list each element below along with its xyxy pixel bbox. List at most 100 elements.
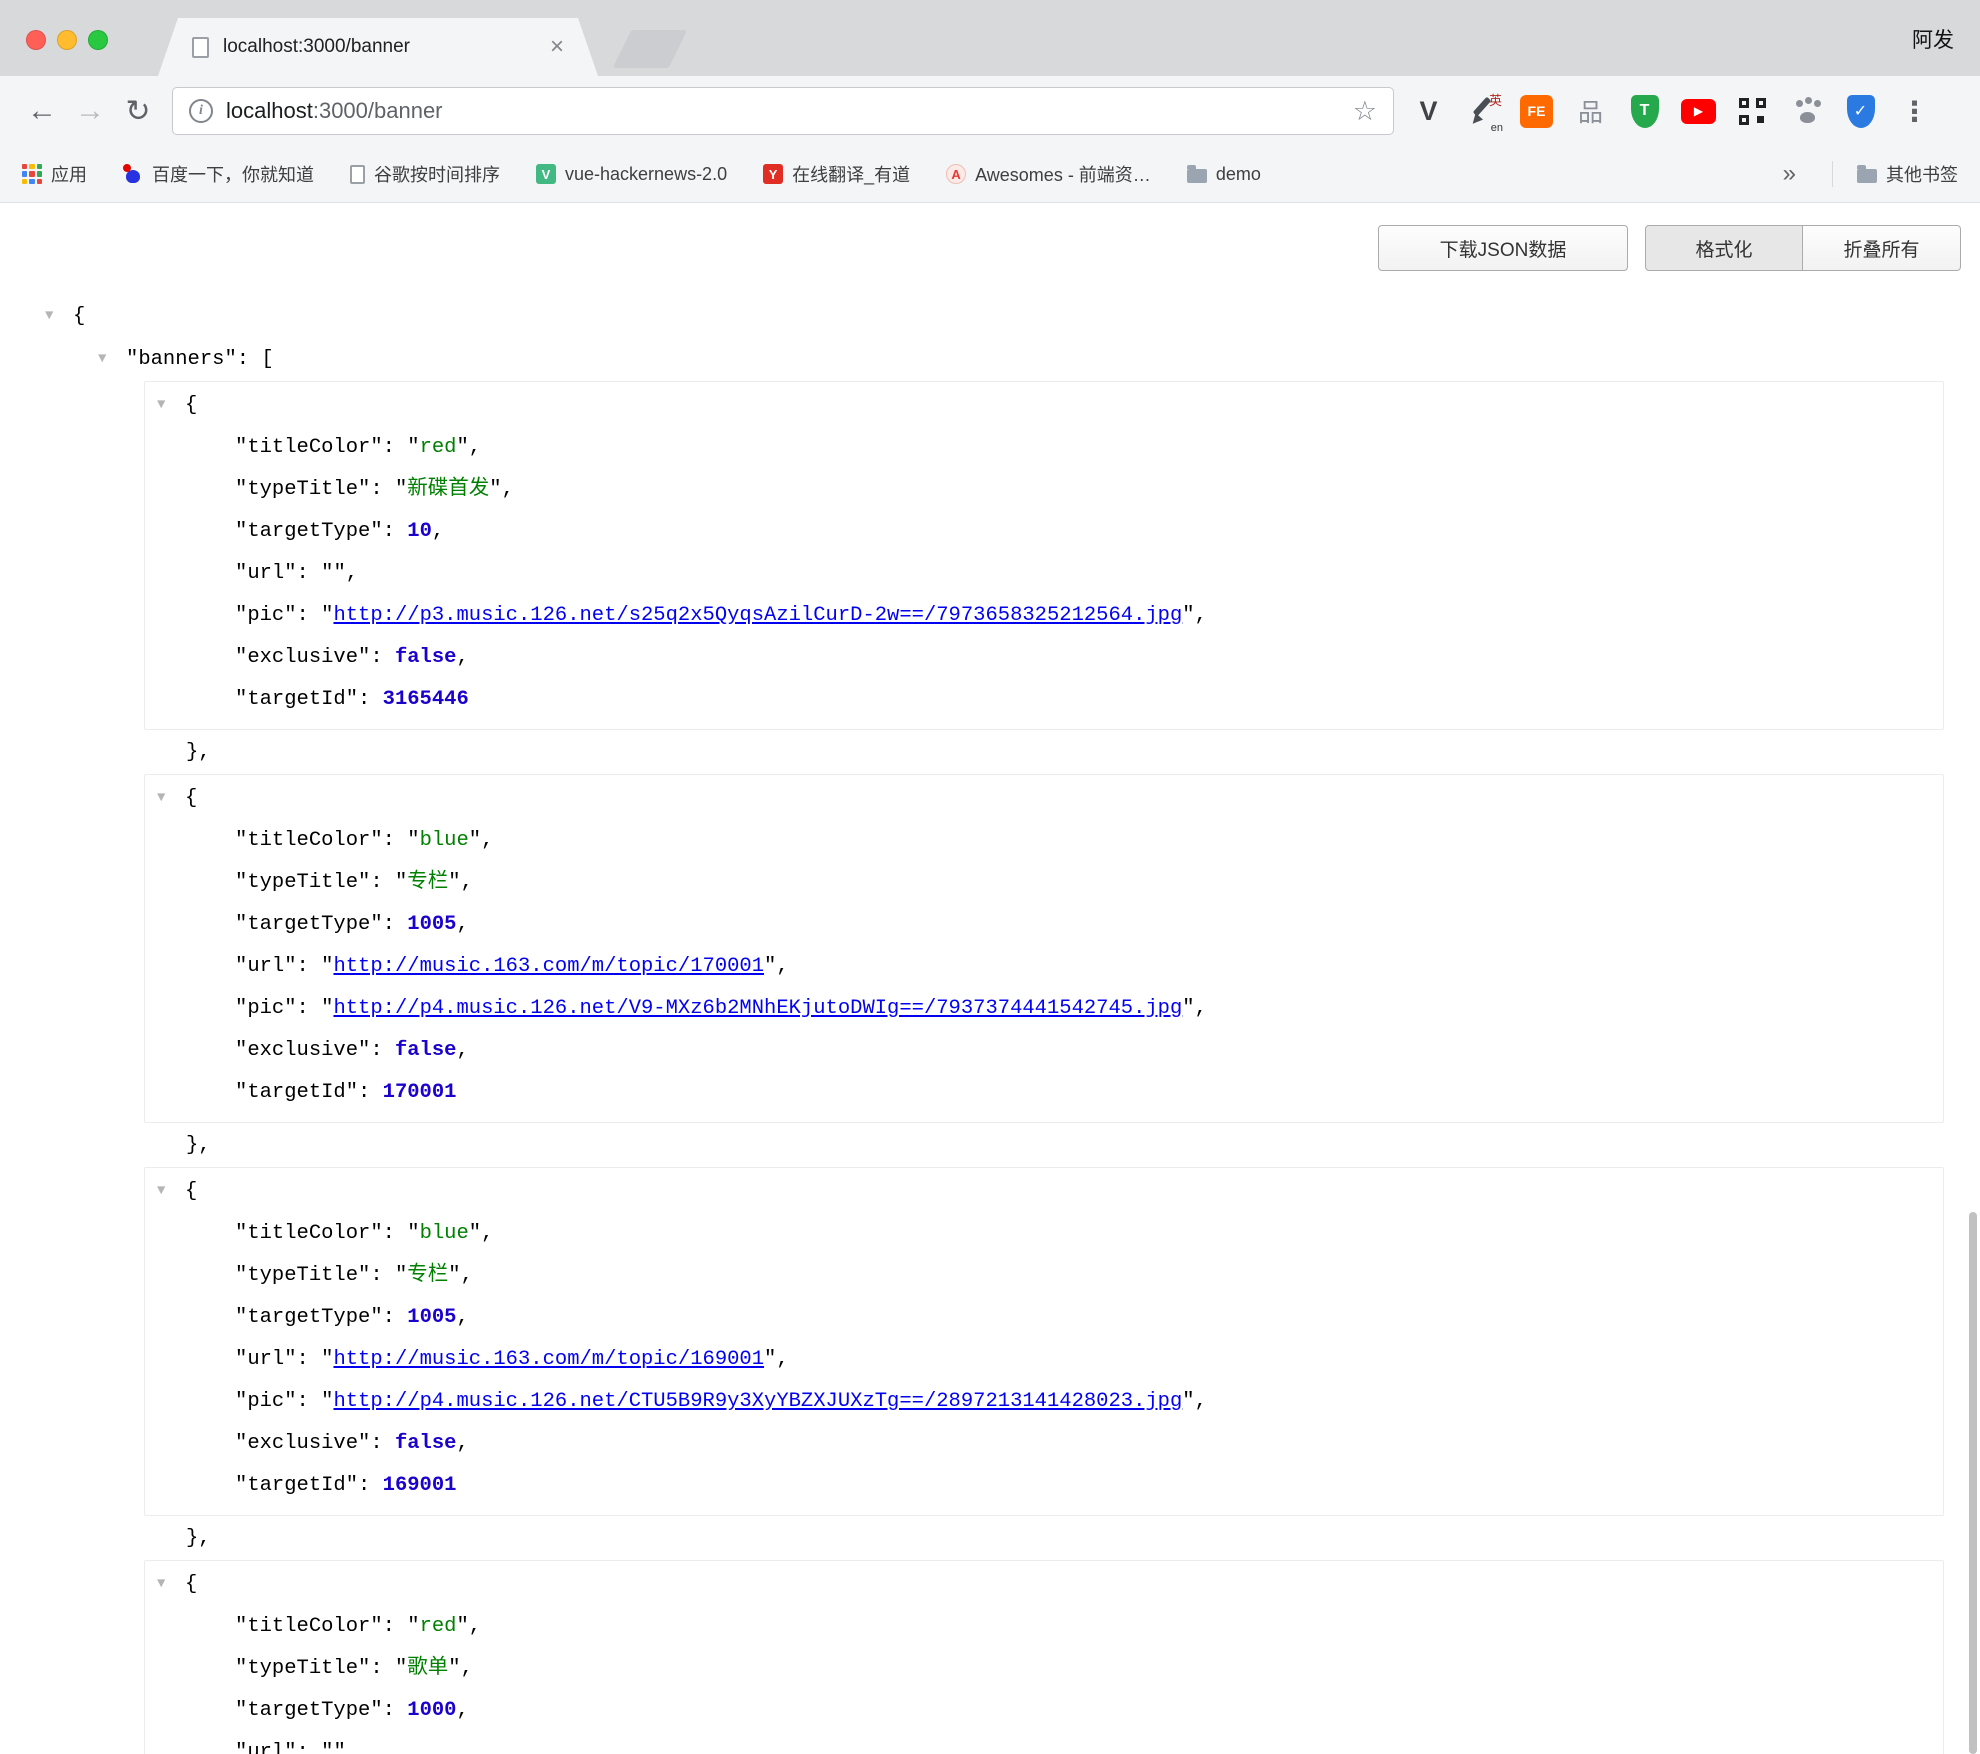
download-json-button[interactable]: 下载JSON数据	[1378, 225, 1628, 271]
json-line: "exclusive": false,	[145, 1423, 1943, 1465]
qr-code-extension-icon[interactable]	[1734, 93, 1771, 130]
awesomes-icon: A	[946, 164, 966, 184]
translate-extension-icon[interactable]: 英 en	[1464, 93, 1501, 130]
paw-extension-icon[interactable]	[1788, 93, 1825, 130]
address-url: localhost:3000/banner	[226, 98, 443, 124]
browser-tab[interactable]: localhost:3000/banner ×	[158, 18, 598, 76]
bookmark-item-baidu[interactable]: 百度一下，你就知道	[123, 161, 314, 187]
bookmark-item-demo[interactable]: demo	[1187, 164, 1261, 185]
other-bookmarks-label: 其他书签	[1886, 161, 1958, 187]
colon: :	[370, 646, 395, 669]
open-brace: {	[185, 1573, 197, 1596]
comma: ,	[1195, 997, 1207, 1020]
json-line: "titleColor": "red",	[145, 427, 1943, 469]
qr-icon	[1739, 98, 1766, 125]
colon: :	[358, 688, 383, 711]
quote: "	[370, 1615, 382, 1638]
bookmark-label: demo	[1216, 164, 1261, 185]
page-icon	[350, 165, 365, 184]
bookmark-item-vue-hackernews[interactable]: V vue-hackernews-2.0	[536, 164, 727, 185]
address-bar[interactable]: i localhost:3000/banner ☆	[172, 87, 1394, 135]
comma: ,	[1195, 1390, 1207, 1413]
quote: "	[407, 829, 419, 852]
collapse-toggle-icon[interactable]: ▼	[45, 295, 73, 337]
collapse-toggle-icon[interactable]: ▼	[98, 338, 126, 380]
json-url-link[interactable]: http://p4.music.126.net/CTU5B9R9y3XyYBZX…	[333, 1390, 1182, 1413]
colon: :	[297, 997, 322, 1020]
json-line: },	[186, 732, 1960, 774]
json-line: "typeTitle": "歌单",	[145, 1648, 1943, 1690]
colon: :	[297, 1348, 322, 1371]
bookmark-star-icon[interactable]: ☆	[1353, 96, 1377, 127]
quote: "	[370, 1306, 382, 1329]
forward-button[interactable]: →	[66, 87, 114, 135]
fehelper-extension-icon[interactable]: FE	[1518, 93, 1555, 130]
comma: ,	[456, 646, 468, 669]
json-url-link[interactable]: http://music.163.com/m/topic/169001	[333, 1348, 764, 1371]
collapse-toggle-icon[interactable]: ▼	[157, 1563, 185, 1605]
collapse-toggle-icon[interactable]: ▼	[157, 777, 185, 819]
vimium-extension-icon[interactable]: V	[1410, 93, 1447, 130]
json-line: ▼{	[145, 384, 1943, 427]
blue-shield-extension-icon[interactable]: ✓	[1842, 93, 1879, 130]
bookmark-item-apps[interactable]: 应用	[22, 161, 87, 187]
other-bookmarks-folder[interactable]: 其他书签	[1832, 161, 1958, 187]
close-tab-icon[interactable]: ×	[550, 35, 564, 59]
json-key: pic	[247, 604, 284, 627]
bookmark-item-google-sort[interactable]: 谷歌按时间排序	[350, 161, 500, 187]
comma: ,	[481, 829, 493, 852]
comma: ,	[346, 562, 358, 585]
format-button[interactable]: 格式化	[1645, 225, 1803, 271]
url-path: :3000/banner	[313, 98, 443, 123]
scrollbar-thumb[interactable]	[1969, 1212, 1977, 1754]
close-window-icon[interactable]	[26, 30, 46, 50]
reload-button[interactable]: ↻	[114, 87, 162, 135]
zoom-window-icon[interactable]	[88, 30, 108, 50]
json-string-value: 专栏	[407, 871, 448, 894]
json-url-link[interactable]: http://music.163.com/m/topic/170001	[333, 955, 764, 978]
comma: ,	[776, 955, 788, 978]
new-tab-button[interactable]	[613, 30, 688, 68]
collapse-toggle-icon[interactable]: ▼	[157, 1170, 185, 1212]
window-titlebar: localhost:3000/banner × 阿发	[0, 0, 1980, 76]
quote: "	[235, 1039, 247, 1062]
bookmark-item-awesomes[interactable]: A Awesomes - 前端资…	[946, 161, 1151, 187]
json-number-value: 1000	[407, 1699, 456, 1722]
page-content: 下载JSON数据 格式化 折叠所有 ▼{▼"banners": [▼{"titl…	[0, 203, 1980, 1754]
quote: "	[321, 997, 333, 1020]
green-shield-extension-icon[interactable]: T	[1626, 93, 1663, 130]
collapse-all-button[interactable]: 折叠所有	[1803, 225, 1961, 271]
bookmarks-overflow-chevron-icon[interactable]: »	[1783, 160, 1796, 188]
quote: "	[370, 1222, 382, 1245]
quote: "	[284, 955, 296, 978]
browser-menu-icon[interactable]: ⋮	[1896, 93, 1933, 130]
quote: "	[235, 1432, 247, 1455]
back-button[interactable]: ←	[18, 87, 66, 135]
json-url-link[interactable]: http://p4.music.126.net/V9-MXz6b2MNhEKju…	[333, 997, 1182, 1020]
vue-icon: V	[536, 164, 556, 184]
org-chart-extension-icon[interactable]: 品	[1572, 93, 1609, 130]
quote: "	[456, 1615, 468, 1638]
profile-name[interactable]: 阿发	[1912, 24, 1954, 54]
quote: "	[126, 348, 138, 371]
page-info-icon[interactable]: i	[189, 99, 213, 123]
comma: ,	[776, 1348, 788, 1371]
quote: "	[235, 955, 247, 978]
open-brace: {	[185, 1180, 197, 1203]
bookmark-item-youdao[interactable]: Y 在线翻译_有道	[763, 161, 910, 187]
collapse-toggle-icon[interactable]: ▼	[157, 384, 185, 426]
quote: "	[235, 436, 247, 459]
minimize-window-icon[interactable]	[57, 30, 77, 50]
json-key: targetType	[247, 1306, 370, 1329]
json-key: url	[247, 562, 284, 585]
comma: ,	[456, 1432, 468, 1455]
json-key: url	[247, 955, 284, 978]
json-key: targetId	[247, 1474, 345, 1497]
page-favicon-icon	[192, 37, 209, 58]
youtube-extension-icon[interactable]: ▶	[1680, 93, 1717, 130]
json-boolean-value: false	[395, 646, 457, 669]
json-url-link[interactable]: http://p3.music.126.net/s25q2x5QyqsAzilC…	[333, 604, 1182, 627]
json-number-value: 1005	[407, 1306, 456, 1329]
quote: "	[235, 913, 247, 936]
comma: ,	[456, 1699, 468, 1722]
